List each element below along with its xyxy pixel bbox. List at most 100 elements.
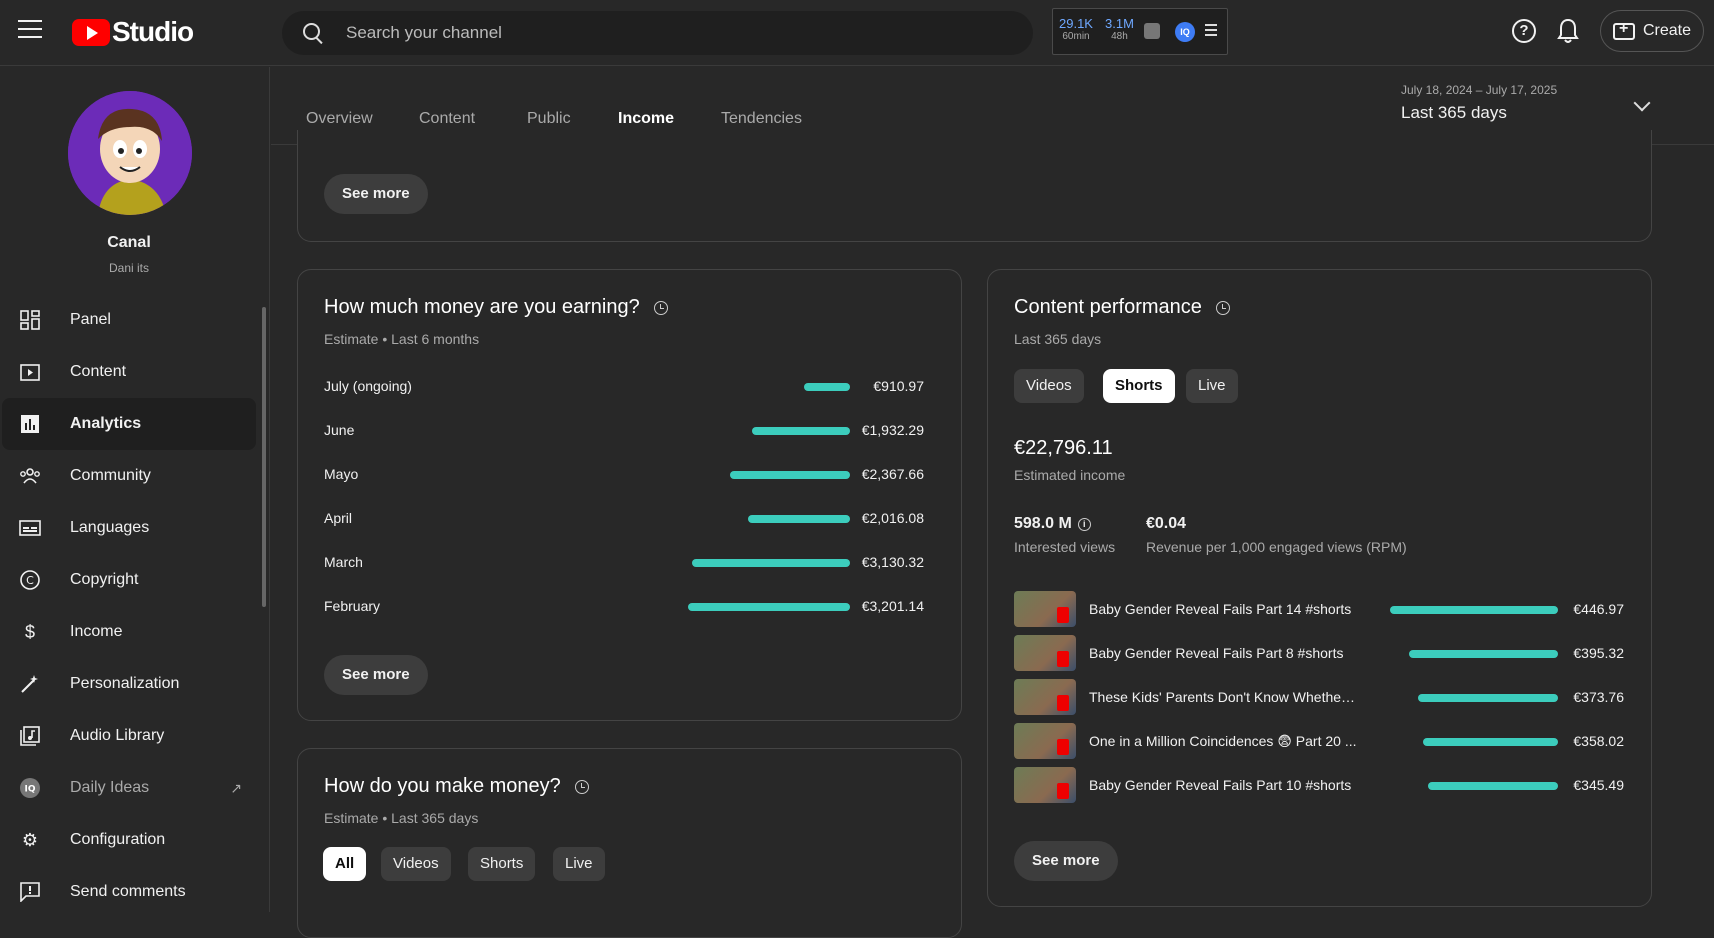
video-title[interactable]: Baby Gender Reveal Fails Part 10 #shorts — [1089, 777, 1359, 793]
video-title[interactable]: Baby Gender Reveal Fails Part 14 #shorts — [1089, 601, 1359, 617]
card-title: How do you make money? — [324, 775, 589, 798]
make-money-card: How do you make money? Estimate • Last 3… — [297, 748, 962, 938]
help-icon[interactable]: ? — [1512, 19, 1536, 43]
sidebar-scrollbar[interactable] — [262, 307, 266, 607]
create-button[interactable]: Create — [1600, 10, 1704, 52]
channel-handle: Dani its — [108, 261, 149, 275]
analytics-icon — [18, 412, 42, 436]
video-thumbnail[interactable] — [1014, 635, 1076, 671]
chip-videos[interactable]: Videos — [1014, 369, 1084, 403]
stat-48h: 3.1M 48h — [1105, 16, 1134, 42]
month-bar — [752, 427, 850, 435]
sidebar-item-copyright[interactable]: C Copyright — [2, 554, 256, 606]
chevron-down-icon[interactable] — [1633, 94, 1651, 112]
card-title: How much money are you earning? — [324, 296, 668, 319]
iq-icon[interactable]: IQ — [1175, 22, 1195, 42]
clock-icon[interactable] — [653, 300, 668, 315]
month-value: €3,130.32 — [861, 554, 924, 570]
interested-views-label: Interested views — [1014, 539, 1116, 555]
sidebar-nav: Panel Content Analytics Community Langua… — [2, 294, 256, 918]
video-revenue-value: €345.49 — [1573, 777, 1624, 793]
search-bar[interactable] — [282, 11, 1033, 55]
month-label: July (ongoing) — [324, 378, 412, 394]
video-revenue-value: €358.02 — [1573, 733, 1624, 749]
chip-videos[interactable]: Videos — [381, 847, 451, 881]
content-icon — [18, 360, 42, 384]
video-title[interactable]: Baby Gender Reveal Fails Part 8 #shorts — [1089, 645, 1359, 661]
svg-text:IQ: IQ — [25, 785, 36, 795]
sidebar-item-languages[interactable]: Languages — [2, 502, 256, 554]
menu-icon[interactable] — [18, 20, 42, 42]
dollar-icon: $ — [24, 621, 35, 642]
dashboard-icon — [18, 308, 42, 332]
date-range-selector[interactable]: July 18, 2024 – July 17, 2025 Last 365 d… — [1401, 83, 1557, 123]
card-subtitle: Last 365 days — [1014, 331, 1102, 347]
chip-shorts[interactable]: Shorts — [1103, 369, 1175, 403]
video-thumbnail[interactable] — [1014, 591, 1076, 627]
rpm-value: €0.04 — [1146, 515, 1187, 532]
clock-icon[interactable] — [574, 779, 589, 794]
card-subtitle: Estimate • Last 6 months — [324, 331, 480, 347]
video-thumbnail[interactable] — [1014, 723, 1076, 759]
widget-menu-icon[interactable] — [1205, 24, 1217, 39]
video-revenue-bar — [1409, 650, 1558, 658]
sidebar-item-label: Audio Library — [70, 727, 165, 744]
video-row[interactable]: Baby Gender Reveal Fails Part 10 #shorts… — [1014, 767, 1624, 807]
video-title[interactable]: One in a Million Coincidences 😨 Part 20 … — [1089, 733, 1359, 750]
tab-overview[interactable]: Overview — [306, 110, 373, 128]
sidebar-item-audio-library[interactable]: Audio Library — [2, 710, 256, 762]
sidebar-item-daily-ideas[interactable]: IQ Daily Ideas ↗ — [2, 762, 256, 814]
sidebar-item-configuration[interactable]: ⚙ Configuration — [2, 814, 256, 866]
video-row[interactable]: Baby Gender Reveal Fails Part 14 #shorts… — [1014, 591, 1624, 631]
month-bar — [748, 515, 850, 523]
tab-content[interactable]: Content — [419, 110, 475, 128]
video-title[interactable]: These Kids' Parents Don't Know Whether t… — [1089, 689, 1359, 705]
sidebar-item-label: Configuration — [70, 831, 166, 848]
month-value: €1,932.29 — [861, 422, 924, 438]
tab-income[interactable]: Income — [618, 110, 675, 144]
sidebar-item-content[interactable]: Content — [2, 346, 256, 398]
month-row: June €1,932.29 — [324, 422, 924, 442]
month-bar — [688, 603, 850, 611]
bar-chart-icon[interactable] — [1144, 23, 1160, 39]
chip-all[interactable]: All — [323, 847, 367, 881]
see-more-button[interactable]: See more — [324, 174, 428, 214]
month-row: March €3,130.32 — [324, 554, 924, 574]
sidebar-item-panel[interactable]: Panel — [2, 294, 256, 346]
video-thumbnail[interactable] — [1014, 767, 1076, 803]
video-thumbnail[interactable] — [1014, 679, 1076, 715]
sidebar-item-community[interactable]: Community — [2, 450, 256, 502]
video-revenue-value: €446.97 — [1573, 601, 1624, 617]
month-label: March — [324, 554, 363, 570]
video-row[interactable]: One in a Million Coincidences 😨 Part 20 … — [1014, 723, 1624, 763]
chip-live[interactable]: Live — [1186, 369, 1238, 403]
sidebar-item-send-comments[interactable]: Send comments — [2, 866, 256, 918]
search-icon[interactable] — [302, 22, 324, 44]
tab-tendencies[interactable]: Tendencies — [721, 110, 802, 128]
month-label: June — [324, 422, 355, 438]
see-more-button[interactable]: See more — [1014, 841, 1118, 881]
video-row[interactable]: These Kids' Parents Don't Know Whether t… — [1014, 679, 1624, 719]
month-label: February — [324, 598, 381, 614]
chip-shorts[interactable]: Shorts — [468, 847, 536, 881]
sidebar-item-personalization[interactable]: Personalization — [2, 658, 256, 710]
bell-icon[interactable] — [1557, 18, 1579, 44]
clock-icon[interactable] — [1215, 300, 1230, 315]
channel-avatar[interactable] — [68, 91, 192, 215]
info-icon[interactable]: i — [1077, 517, 1091, 531]
see-more-button[interactable]: See more — [324, 655, 428, 695]
sidebar-item-analytics[interactable]: Analytics — [2, 398, 256, 450]
svg-text:C: C — [26, 574, 34, 587]
rpm-metric: €0.04 Revenue per 1,000 engaged views (R… — [1146, 515, 1407, 555]
video-row[interactable]: Baby Gender Reveal Fails Part 8 #shorts €… — [1014, 635, 1624, 675]
month-value: €3,201.14 — [861, 598, 924, 614]
studio-logo[interactable]: Studio — [72, 16, 194, 48]
month-bar — [804, 383, 850, 391]
sidebar-item-income[interactable]: $ Income — [2, 606, 256, 658]
chip-live[interactable]: Live — [553, 847, 605, 881]
audio-library-icon — [18, 724, 42, 748]
estimated-income-value: €22,796.11 — [1014, 437, 1113, 459]
realtime-stats-widget[interactable]: 29.1K 60min 3.1M 48h IQ — [1052, 8, 1228, 55]
tab-public[interactable]: Public — [527, 110, 571, 128]
search-input[interactable] — [346, 23, 946, 43]
